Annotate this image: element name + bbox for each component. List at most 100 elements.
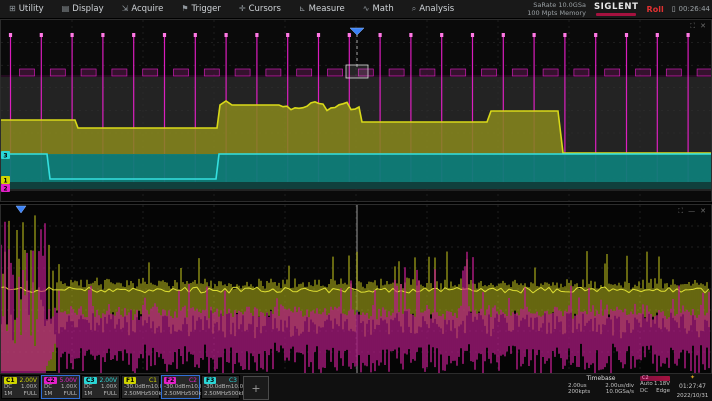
channel-box-c1[interactable]: C1 2.00V DC 1.00X 1M FULL [1,375,40,399]
f2-source: C2 [189,378,197,384]
f2-center: 2.50MHz [164,392,188,398]
c3-probe: 1.00X [101,385,117,391]
trigger-type: Edge [656,388,670,395]
menu-analysis[interactable]: ⌕ Analysis [403,0,464,18]
timebase-scale: 2.00us/div [605,383,634,390]
c2-scale: 5.00V [60,378,77,384]
acquisition-info: SaRate 10.0GSa 100 Mpts Memory [527,1,586,17]
c1-coupling: DC [4,385,12,391]
analysis-icon: ⌕ [412,5,416,13]
menu-display[interactable]: ▤ Display [53,0,113,18]
f3-source: C3 [229,378,237,384]
c3-coupling: DC [84,385,92,391]
c2-impedance: 1M [44,392,52,398]
clock-box[interactable]: ✦ 01:27:47 2022/10/31 [674,375,711,399]
f3-center: 2.50MHz [204,392,228,398]
trigger-box[interactable]: C2 Auto 1.18V DC Edge [638,375,672,399]
trigger-mode: Auto [640,381,653,388]
usb-icon: ▯ [672,5,676,13]
svg-text:2: 2 [3,185,7,192]
status-icon: ✦ [690,375,695,381]
c3-impedance: 1M [84,392,92,398]
channel-box-c3[interactable]: C3 2.00V DC 1.00X 1M FULL [81,375,120,399]
fft-grid[interactable]: ⛶ — ✕ [0,204,712,374]
svg-text:1: 1 [3,177,7,184]
maximize-icon[interactable]: ⛶ [678,208,683,215]
add-channel-button[interactable]: + [243,376,269,400]
c1-scale: 2.00V [20,378,37,384]
oscilloscope-screen: ⊞ Utility ▤ Display ⇲ Acquire ⚑ Trigger … [0,0,712,401]
f3-ref: -30.0dBm [204,385,231,391]
brand-block: SIGLENT [594,2,639,16]
menu-cursors-label: Cursors [249,5,281,14]
trigger-coupling: DC [640,388,648,395]
usb-counter: 00:26:44 [679,5,710,13]
topbar-right: SaRate 10.0GSa 100 Mpts Memory SIGLENT R… [527,0,710,18]
f2-ref: -30.0dBm [164,385,191,391]
f1-ref: -30.0dBm [124,385,151,391]
menu-acquire[interactable]: ⇲ Acquire [113,0,173,18]
expand-icon[interactable]: ⛶ [690,23,695,30]
timebase-points: 200kpts [568,389,590,396]
menu-trigger-label: Trigger [192,5,221,14]
sample-rate-info: SaRate 10.0GSa [527,1,586,9]
menu-utility-label: Utility [19,5,44,14]
f2-label: F2 [164,377,176,384]
time-domain-waveforms: 3 12 [1,20,711,201]
c1-label: C1 [4,377,17,384]
math-box-f1[interactable]: F1 C1 -30.0dBm 10.0dB/ 2.50MHz 500kHz/ [121,375,160,399]
cursors-icon: ✛ [239,5,246,13]
trigger-level: 1.18V [654,381,670,388]
timebase-sample-rate: 10.0GSa/s [606,389,634,396]
menu-math-label: Math [372,5,393,14]
svg-text:3: 3 [3,152,7,159]
math-icon: ∿ [363,5,370,13]
menu-analysis-label: Analysis [419,5,454,14]
c1-probe: 1.00X [21,385,37,391]
c2-probe: 1.00X [61,385,77,391]
brand-logo: SIGLENT [594,2,639,12]
main-plot-window-controls: ⛶ ✕ [690,23,706,30]
f3-label: F3 [204,377,216,384]
menu-trigger[interactable]: ⚑ Trigger [172,0,230,18]
menu-utility[interactable]: ⊞ Utility [0,0,53,18]
menu-measure-label: Measure [309,5,345,14]
menu-math[interactable]: ∿ Math [354,0,403,18]
memory-info: 100 Mpts Memory [527,9,586,17]
c2-coupling: DC [44,385,52,391]
clock-date: 2022/10/31 [677,394,709,400]
f1-center: 2.50MHz [124,392,148,398]
c1-bandwidth: FULL [24,392,37,398]
c1-impedance: 1M [4,392,12,398]
menu-bar: ⊞ Utility ▤ Display ⇲ Acquire ⚑ Trigger … [0,0,712,19]
c3-scale: 2.00V [100,378,117,384]
c3-label: C3 [84,377,97,384]
acquire-icon: ⇲ [122,5,129,13]
close-icon[interactable]: ✕ [700,208,706,215]
c2-bandwidth: FULL [64,392,77,398]
timebase-title: Timebase [568,376,634,383]
measure-icon: ⊾ [299,5,306,13]
utility-icon: ⊞ [9,5,16,13]
c3-bandwidth: FULL [104,392,117,398]
c2-label: C2 [44,377,57,384]
display-icon: ▤ [62,5,70,13]
menu-display-label: Display [72,5,103,14]
acquisition-progress-bar [596,13,636,16]
channel-box-c2[interactable]: C2 5.00V DC 1.00X 1M FULL [41,375,80,399]
timebase-box[interactable]: Timebase 2.00us 2.00us/div 200kpts 10.0G… [566,375,636,399]
fft-plot-window-controls: ⛶ — ✕ [678,208,706,215]
close-icon[interactable]: ✕ [700,23,706,30]
f1-source: C1 [149,378,157,384]
fft-spectra [1,205,711,373]
minimize-icon[interactable]: — [688,208,695,215]
menu-cursors[interactable]: ✛ Cursors [230,0,290,18]
waveform-grid[interactable]: ⛶ ✕ 3 12 [0,19,712,202]
trigger-status-badge[interactable]: Roll [647,5,664,14]
math-box-f3[interactable]: F3 C3 -30.0dBm 10.0dB/ 2.50MHz 500kHz/ [201,375,240,399]
math-box-f2[interactable]: F2 C2 -30.0dBm 10.0dB/ 2.50MHz 500kHz/ [161,375,200,399]
f1-label: F1 [124,377,136,384]
menu-measure[interactable]: ⊾ Measure [290,0,354,18]
usb-status[interactable]: ▯ 00:26:44 [672,5,710,13]
menu-acquire-label: Acquire [131,5,163,14]
